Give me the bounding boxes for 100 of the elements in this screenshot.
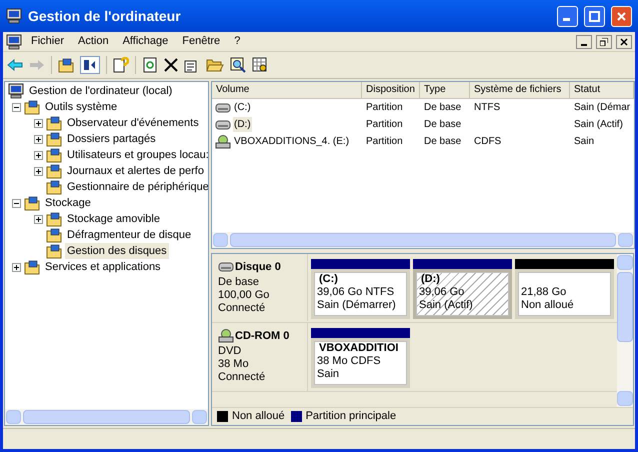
tree-item[interactable]: Gestion des disques: [65, 242, 169, 260]
partition-block[interactable]: VBOXADDITIOI 38 Mo CDFS Sain: [311, 328, 410, 388]
partition-detail: 39,06 Go NTFS: [317, 286, 396, 299]
tree-item[interactable]: Défragmenteur de disque: [65, 226, 194, 244]
folder-icon: [46, 180, 62, 194]
tree-item[interactable]: Stockage: [43, 194, 93, 212]
tree-item[interactable]: Observateur d'événements: [65, 114, 201, 132]
horizontal-scrollbar[interactable]: [5, 409, 208, 425]
table-cell[interactable]: (C:): [233, 100, 252, 115]
folder-icon: [24, 196, 40, 210]
menu-item[interactable]: Fenêtre: [177, 33, 226, 50]
expand-toggle[interactable]: [12, 262, 21, 272]
partition-name: VBOXADDITIOI: [318, 342, 400, 355]
disk-detail: DVD: [218, 344, 242, 358]
folder-icon: [46, 148, 62, 162]
disk-detail: 100,00 Go: [218, 288, 270, 302]
menu-item[interactable]: ?: [229, 33, 246, 50]
table-cell-text: De base: [423, 135, 462, 149]
partition-detail: 38 Mo CDFS: [317, 355, 382, 368]
column-header[interactable]: Volume: [212, 82, 362, 98]
grid-gear-icon[interactable]: [252, 57, 268, 73]
expand-toggle[interactable]: [34, 134, 43, 144]
tree-item[interactable]: Utilisateurs et groupes locau:: [65, 146, 208, 164]
refresh-icon[interactable]: [142, 57, 158, 73]
close-button[interactable]: [616, 34, 632, 48]
folder-icon: [46, 244, 62, 258]
tree-item[interactable]: Stockage amovible: [65, 210, 162, 228]
partition-detail: 21,88 Go: [521, 286, 568, 299]
column-header[interactable]: Disposition: [362, 82, 420, 98]
table-cell-text: CDFS: [473, 135, 502, 149]
folder-icon: [46, 164, 62, 178]
restore-button[interactable]: [596, 34, 612, 48]
column-header[interactable]: Système de fichiers: [470, 82, 570, 98]
drive-icon: [215, 118, 231, 130]
table-cell-text: Partition: [365, 101, 404, 115]
console-icon: [6, 34, 22, 50]
plus-icon: [13, 264, 20, 270]
collapse-toggle[interactable]: [12, 102, 21, 112]
tree-item[interactable]: Services et applications: [43, 258, 163, 276]
menu-item[interactable]: Fichier: [26, 33, 70, 50]
partition-name: (C:): [318, 273, 339, 286]
minimize-icon: [563, 18, 570, 21]
partition-block[interactable]: (D:) 39,06 Go Sain (Actif): [413, 259, 512, 319]
folder-icon: [46, 212, 62, 226]
disk-detail: Connecté: [218, 370, 266, 384]
minimize-button[interactable]: [576, 34, 592, 48]
tree-item[interactable]: Gestion de l'ordinateur (local): [27, 82, 174, 100]
plus-icon: [35, 168, 42, 174]
legend-label: Non alloué: [232, 409, 285, 424]
table-cell[interactable]: (D:): [233, 117, 252, 132]
menu-item[interactable]: Affichage: [118, 33, 174, 50]
back-arrow-icon[interactable]: [7, 59, 23, 71]
partition-detail: Sain: [317, 368, 340, 381]
restore-icon: [600, 38, 608, 46]
folder-icon: [46, 228, 62, 242]
plus-icon: [35, 120, 42, 126]
table-cell-text: De base: [423, 118, 462, 132]
partition-block[interactable]: 21,88 Go Non alloué: [515, 259, 614, 319]
maximize-button[interactable]: [584, 6, 605, 26]
computer-icon: [8, 83, 24, 99]
magnifier-icon[interactable]: [230, 57, 246, 73]
plus-icon: [35, 152, 42, 158]
cd-drive-icon: [218, 329, 234, 344]
open-folder-icon[interactable]: [206, 58, 224, 72]
partition-detail: 39,06 Go: [419, 286, 466, 299]
folder-icon: [46, 116, 62, 130]
partition-detail: Sain (Actif): [419, 299, 474, 312]
folder-icon: [46, 132, 62, 146]
folder-icon: [58, 58, 74, 72]
drive-icon: [218, 261, 234, 274]
table-cell-text: De base: [423, 101, 462, 115]
disk-name: Disque 0: [235, 260, 281, 275]
partition-block[interactable]: (C:) 39,06 Go NTFS Sain (Démarrer): [311, 259, 410, 319]
column-header[interactable]: Type: [420, 82, 470, 98]
table-cell-text: Partition: [365, 135, 404, 149]
panel-toggle-icon[interactable]: [80, 56, 100, 74]
table-cell[interactable]: VBOXADDITIONS_4. (E:): [233, 134, 350, 149]
plus-icon: [35, 136, 42, 142]
disk-name: CD-ROM 0: [235, 329, 290, 344]
partition-detail: Non alloué: [521, 299, 575, 312]
expand-toggle[interactable]: [34, 150, 43, 160]
delete-icon[interactable]: [164, 58, 178, 72]
expand-toggle[interactable]: [34, 118, 43, 128]
table-cell-text: NTFS: [473, 101, 502, 115]
expand-toggle[interactable]: [34, 166, 43, 176]
disk-detail: Connecté: [218, 302, 266, 314]
table-cell-text: Sain (Actif): [573, 118, 624, 132]
window-title: Gestion de l'ordinateur: [28, 6, 182, 26]
column-header[interactable]: Statut: [570, 82, 634, 98]
horizontal-scrollbar[interactable]: [212, 232, 634, 248]
menu-item[interactable]: Action: [73, 33, 114, 50]
tree-item[interactable]: Dossiers partagés: [65, 130, 158, 148]
vertical-scrollbar[interactable]: [617, 254, 633, 407]
tree-item[interactable]: Outils système: [43, 98, 120, 116]
help-icon[interactable]: [113, 57, 129, 73]
expand-toggle[interactable]: [34, 214, 43, 224]
collapse-toggle[interactable]: [12, 198, 21, 208]
close-icon: [620, 38, 628, 46]
folder-icon: [24, 260, 40, 274]
tree-item[interactable]: Journaux et alertes de perfo: [65, 162, 206, 180]
